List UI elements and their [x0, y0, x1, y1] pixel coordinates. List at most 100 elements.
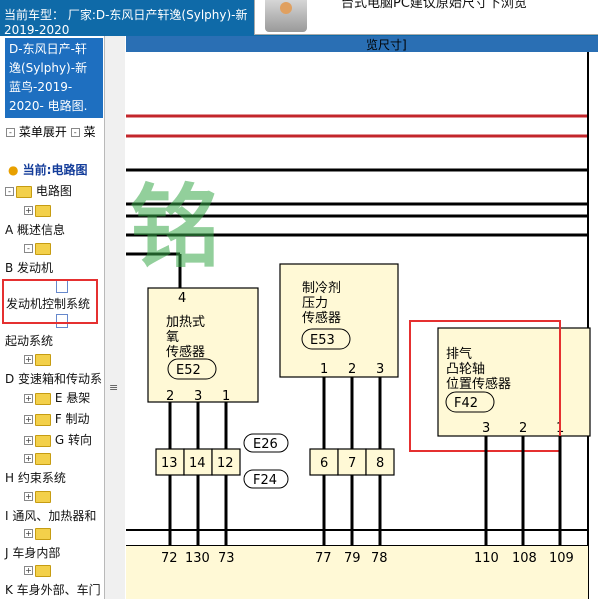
expand-icon[interactable]: +: [24, 394, 33, 403]
folder-icon: [35, 413, 51, 426]
vehicle-info-line: 当前车型： 厂家:D-东风日产轩逸(Sylphy)-新: [4, 8, 248, 22]
folder-icon: [16, 185, 32, 198]
sidebar-title-line: D-东风日产-轩: [9, 42, 87, 56]
e52-code: E52: [176, 363, 201, 378]
tree-item-label[interactable]: 起动系统: [5, 334, 53, 348]
tree-item-label[interactable]: G 转向: [55, 433, 92, 447]
connector-left-pin: 12: [217, 456, 234, 471]
tree-item-brakes[interactable]: + F 制动: [24, 410, 90, 427]
connector-mid-pin: 6: [320, 456, 328, 471]
tree-item-overview[interactable]: A 概述信息: [5, 221, 65, 238]
f42-label: 凸轮轴: [446, 362, 485, 377]
e52-pin: 2: [166, 389, 174, 404]
menu-expand-row[interactable]: - 菜单展开 - 菜: [6, 123, 96, 140]
tree-item-label[interactable]: F 制动: [55, 412, 90, 426]
tree-item-suspension[interactable]: + E 悬架: [24, 389, 90, 406]
current-location: ● 当前:电路图: [8, 161, 87, 178]
folder-icon: [35, 353, 51, 366]
e52-label: 氧: [166, 330, 179, 345]
folder-icon: [35, 490, 51, 503]
tree-item-body-interior[interactable]: J 车身内部: [5, 544, 60, 561]
tree-folder-row[interactable]: +: [24, 203, 51, 217]
f42-label: 位置传感器: [446, 376, 511, 392]
browser-notice-popup: 台式电脑PC建议原始尺寸下浏览: [254, 0, 598, 35]
tree-item-circuit[interactable]: - 电路图: [5, 182, 72, 199]
ecm-terminal: 78: [371, 551, 388, 566]
expand-icon[interactable]: +: [24, 436, 33, 445]
menu-expand-label[interactable]: 菜单展开: [19, 125, 67, 139]
tree-folder-row[interactable]: +: [24, 563, 51, 577]
ecm-terminal: 77: [315, 551, 332, 566]
e52-pin: 1: [222, 389, 230, 404]
diagram-canvas: 览尺寸] 铭 4 加热式 氧 传感器 E52 2 3 1 制冷剂 压力 传感器 …: [126, 36, 598, 599]
notice-text: 台式电脑PC建议原始尺寸下浏览: [341, 0, 527, 11]
e53-label: 制冷剂: [302, 281, 341, 296]
tree-item-transmission[interactable]: D 变速箱和传动系: [5, 370, 102, 387]
expand-icon[interactable]: +: [24, 566, 33, 575]
e53-label: 传感器: [302, 310, 341, 326]
mascot-icon: [265, 0, 307, 32]
e53-pin: 2: [348, 362, 356, 377]
expand-icon[interactable]: -: [5, 187, 14, 196]
tree-item-label[interactable]: K 车身外部、车门: [5, 583, 101, 597]
f42-pin: 2: [519, 421, 527, 436]
tree-item-label[interactable]: A 概述信息: [5, 223, 65, 237]
expand-icon[interactable]: -: [24, 244, 33, 253]
selected-item-highlight: [2, 279, 98, 324]
expand-icon[interactable]: +: [24, 454, 33, 463]
folder-icon: [35, 564, 51, 577]
splitter-grip-icon[interactable]: ≡: [109, 381, 118, 394]
ecm-terminal: 108: [512, 551, 537, 566]
collapse-menu-icon[interactable]: -: [70, 128, 80, 137]
tree-item-label[interactable]: J 车身内部: [5, 546, 60, 560]
wiring-diagram: 览尺寸] 铭 4 加热式 氧 传感器 E52 2 3 1 制冷剂 压力 传感器 …: [126, 36, 598, 599]
tree-item-label[interactable]: E 悬架: [55, 391, 90, 405]
expand-menu-icon[interactable]: -: [6, 128, 15, 137]
connector-left-pin: 14: [189, 456, 206, 471]
e52-top-pin: 4: [178, 291, 186, 306]
ecm-terminal: 79: [344, 551, 361, 566]
connector-mid-pin: 8: [376, 456, 384, 471]
folder-icon: [35, 527, 51, 540]
tree-item-steering[interactable]: + G 转向: [24, 431, 92, 448]
e53-label: 压力: [302, 296, 328, 311]
tree-item-label[interactable]: H 约束系统: [5, 471, 66, 485]
connector-tag: E26: [253, 437, 278, 452]
diagram-scroll-top: [576, 36, 598, 52]
folder-icon: [35, 452, 51, 465]
tree-item-engine[interactable]: B 发动机: [5, 259, 53, 276]
expand-icon[interactable]: +: [24, 529, 33, 538]
expand-icon[interactable]: +: [24, 415, 33, 424]
folder-icon: [35, 392, 51, 405]
tree-folder-row[interactable]: -: [24, 241, 51, 255]
current-location-label: 当前:电路图: [22, 163, 88, 177]
tree-item-starting[interactable]: 起动系统: [5, 332, 53, 349]
expand-icon[interactable]: +: [24, 492, 33, 501]
tree-item-label[interactable]: B 发动机: [5, 261, 53, 275]
expand-icon[interactable]: +: [24, 206, 33, 215]
tree-item-hvac[interactable]: I 通风、加热器和: [5, 507, 96, 524]
tree-folder-row[interactable]: +: [24, 489, 51, 503]
sidebar-title: D-东风日产-轩 逸(Sylphy)-新 蓝鸟-2019- 2020- 电路图.: [5, 38, 103, 118]
sidebar-splitter[interactable]: ≡: [105, 36, 125, 599]
tree-item-label[interactable]: I 通风、加热器和: [5, 509, 96, 523]
folder-icon: [35, 204, 51, 217]
tree-folder-row[interactable]: +: [24, 451, 51, 465]
e52-label: 加热式: [166, 315, 205, 330]
tree-folder-row[interactable]: +: [24, 352, 51, 366]
ecm-terminal: 130: [185, 551, 210, 566]
menu-collapse-label[interactable]: 菜: [84, 125, 96, 139]
sidebar-title-line: 2020- 电路图.: [9, 99, 88, 113]
expand-icon[interactable]: +: [24, 355, 33, 364]
folder-icon: [35, 242, 51, 255]
tree-item-label[interactable]: D 变速箱和传动系: [5, 372, 102, 386]
sidebar: D-东风日产-轩 逸(Sylphy)-新 蓝鸟-2019- 2020- 电路图.…: [0, 36, 105, 599]
tree-folder-row[interactable]: +: [24, 526, 51, 540]
tree-item-restraints[interactable]: H 约束系统: [5, 469, 66, 486]
connector-tag: F24: [253, 473, 277, 488]
connector-mid-pin: 7: [348, 456, 356, 471]
lightbulb-icon: ●: [8, 163, 19, 177]
tree-item-label[interactable]: 电路图: [36, 184, 72, 198]
e52-pin: 3: [194, 389, 202, 404]
tree-item-body-exterior[interactable]: K 车身外部、车门: [5, 581, 101, 598]
